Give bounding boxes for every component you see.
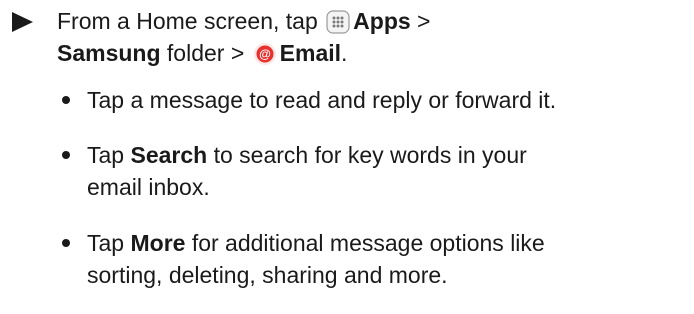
step-text-part1: From a Home screen, tap: [57, 8, 318, 34]
bullet-dot-icon: [62, 151, 70, 159]
step-text: From a Home screen, tap Apps > Samsung f…: [57, 5, 687, 69]
bullet-text: Tap More for additional message options …: [87, 227, 607, 291]
email-at-icon: @: [253, 43, 276, 65]
email-label: Email: [279, 40, 342, 66]
bullet-text-pre: Tap: [87, 230, 131, 256]
bullet-dot-icon: [62, 96, 70, 104]
apps-label: Apps: [353, 8, 411, 34]
bullet-text: Tap Search to search for key words in yo…: [87, 139, 527, 203]
step-text-part3: folder >: [160, 40, 251, 66]
apps-grid-icon: [326, 10, 350, 34]
svg-text:@: @: [259, 47, 271, 61]
step-text-part2: >: [410, 8, 431, 34]
step-arrow-icon: [12, 12, 33, 32]
bullet-text-pre: Tap a message to read and reply or forwa…: [87, 87, 557, 113]
bullet-text-bold: More: [130, 230, 186, 256]
bullet-text: Tap a message to read and reply or forwa…: [87, 84, 687, 116]
samsung-folder-label: Samsung: [57, 40, 161, 66]
step-text-part4: .: [341, 40, 348, 66]
bullet-text-bold: Search: [130, 142, 208, 168]
bullet-text-pre: Tap: [87, 142, 131, 168]
bullet-dot-icon: [62, 239, 70, 247]
